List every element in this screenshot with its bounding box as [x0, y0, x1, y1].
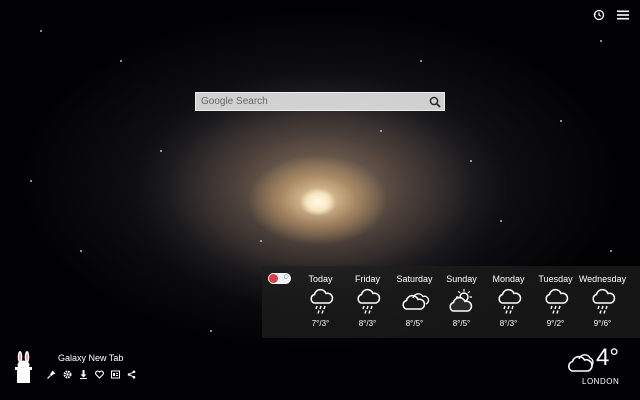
rain-icon [356, 288, 380, 314]
forecast-day: Monday 8°/3° [485, 273, 532, 328]
toggle-knob [269, 274, 278, 283]
share-icon[interactable] [126, 369, 136, 379]
search-input[interactable] [196, 93, 426, 110]
current-weather: 4° LONDON [566, 344, 628, 388]
unit-toggle[interactable]: C [268, 273, 291, 284]
forecast-day-temp: 9°/6° [593, 319, 612, 328]
forecast-day-temp: 9°/2° [546, 319, 565, 328]
cloudy-icon [568, 354, 594, 372]
bunny-hat-logo[interactable] [10, 350, 40, 384]
forecast-day-temp: 8°/3° [358, 319, 377, 328]
forecast-day: Sunday 8°/5° [438, 273, 485, 328]
forecast-day-name: Monday [492, 274, 525, 284]
search-icon[interactable] [426, 93, 444, 110]
rain-icon [309, 288, 333, 314]
forecast-day-name: Friday [354, 274, 380, 284]
brand-tools [46, 369, 136, 379]
forecast-days: Today 7°/3° Friday 8°/3° Saturday 8°/5° Sunday… [297, 273, 640, 328]
forecast-day-temp: 7°/3° [311, 319, 330, 328]
rain-icon [497, 288, 521, 314]
forecast-day: Tuesday 9°/2° [532, 273, 579, 328]
forecast-day: Wednesday 9°/6° [579, 273, 626, 328]
current-city: LONDON [582, 377, 620, 386]
pin-icon[interactable] [46, 369, 56, 379]
forecast-day-name: Sunday [446, 274, 477, 284]
rain-icon [544, 288, 568, 314]
forecast-day: Friday 8°/3° [344, 273, 391, 328]
forecast-day-name: Wednesday [578, 274, 627, 284]
gallery-icon[interactable] [110, 369, 120, 379]
settings-icon[interactable] [62, 369, 72, 379]
forecast-day-temp: 8°/3° [499, 319, 518, 328]
forecast-day-name: Tuesday [538, 274, 573, 284]
partly-cloudy-day-icon [448, 289, 472, 312]
history-icon[interactable] [592, 8, 606, 22]
heart-icon[interactable] [94, 369, 104, 379]
galaxy-background [0, 0, 640, 400]
forecast-day: Today 7°/3° [297, 273, 344, 328]
top-toolbar [592, 8, 630, 22]
weather-forecast-panel: C Today 7°/3° Friday 8°/3° Saturday 8°/5° Sund… [262, 266, 640, 338]
menu-icon[interactable] [616, 8, 630, 22]
cloudy-icon [401, 293, 429, 310]
forecast-day-temp: 8°/5° [452, 319, 471, 328]
current-temperature: 4° [596, 344, 619, 371]
rain-icon [591, 288, 615, 314]
forecast-day-name: Saturday [396, 274, 433, 284]
search-bar [195, 92, 445, 111]
forecast-day-temp: 8°/5° [405, 319, 424, 328]
toggle-label: C [283, 275, 288, 281]
download-icon[interactable] [78, 369, 88, 379]
forecast-day: Saturday 8°/5° [391, 273, 438, 328]
brand-title: Galaxy New Tab [58, 353, 124, 363]
forecast-day-name: Today [308, 274, 333, 284]
